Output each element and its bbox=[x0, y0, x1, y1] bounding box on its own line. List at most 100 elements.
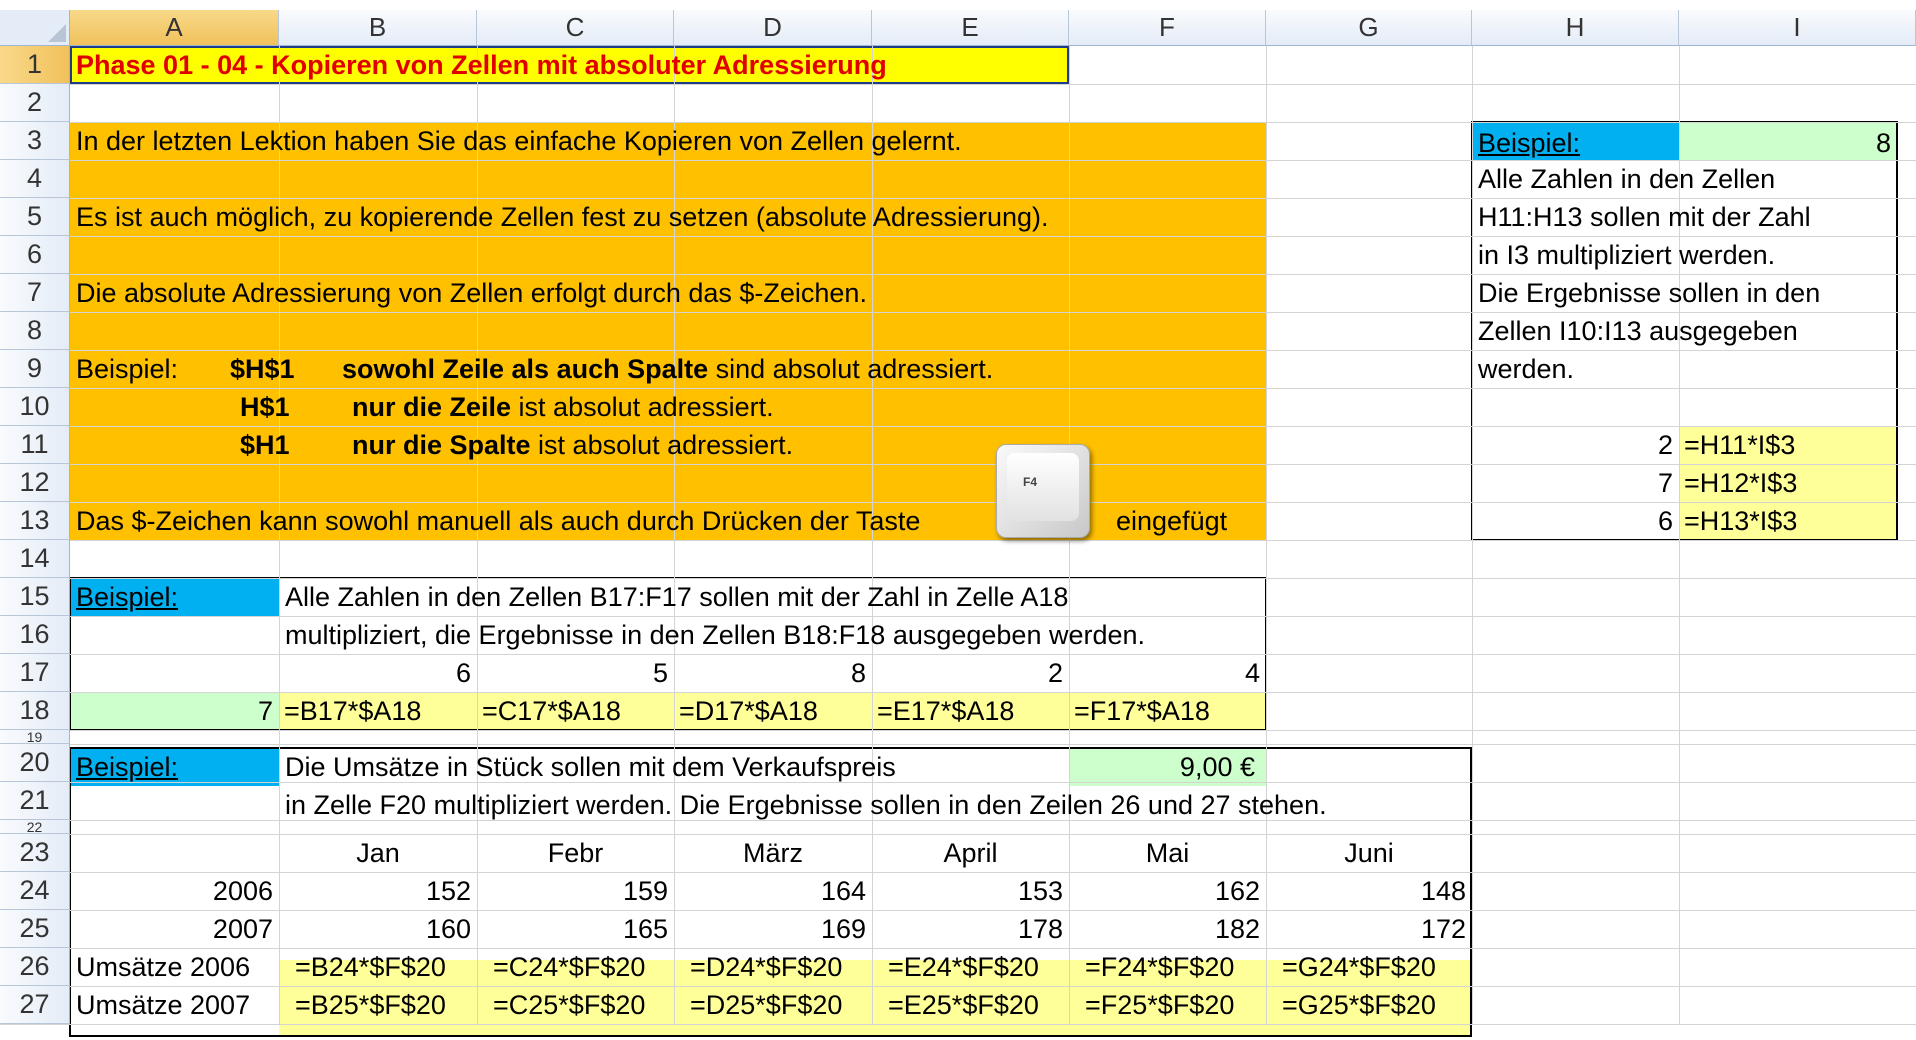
row-header-13[interactable]: 13 bbox=[0, 502, 70, 540]
side-value-cell[interactable]: 8 bbox=[1679, 124, 1891, 162]
ex2-formula-cell[interactable]: =B17*$A18 bbox=[284, 692, 421, 730]
column-header-h[interactable]: H bbox=[1472, 10, 1679, 46]
ex2-number-cell[interactable]: 4 bbox=[1069, 654, 1260, 692]
result-formula-cell[interactable]: =D24*$F$20 bbox=[690, 948, 842, 986]
result-formula-cell[interactable]: =C24*$F$20 bbox=[493, 948, 645, 986]
row-header-5[interactable]: 5 bbox=[0, 198, 70, 236]
row-header-22[interactable]: 22 bbox=[0, 820, 70, 834]
column-header-e[interactable]: E bbox=[872, 10, 1069, 46]
row-header-9[interactable]: 9 bbox=[0, 350, 70, 388]
row-header-14[interactable]: 14 bbox=[0, 540, 70, 578]
side-formula-cell[interactable]: =H12*I$3 bbox=[1684, 464, 1797, 502]
result-formula-cell[interactable]: =D25*$F$20 bbox=[690, 986, 842, 1024]
column-header-f[interactable]: F bbox=[1069, 10, 1266, 46]
side-beispiel-label[interactable]: Beispiel: bbox=[1478, 124, 1580, 162]
select-all-corner[interactable] bbox=[0, 10, 70, 46]
row-header-18[interactable]: 18 bbox=[0, 692, 70, 730]
ex3-text-1[interactable]: Die Umsätze in Stück sollen mit dem Verk… bbox=[285, 748, 896, 786]
result-formula-cell[interactable]: =G24*$F$20 bbox=[1282, 948, 1436, 986]
row-header-19[interactable]: 19 bbox=[0, 730, 70, 744]
result-formula-cell[interactable]: =C25*$F$20 bbox=[493, 986, 645, 1024]
sales-value-cell[interactable]: 153 bbox=[872, 872, 1063, 910]
row-header-26[interactable]: 26 bbox=[0, 948, 70, 986]
side-formula-cell[interactable]: =H13*I$3 bbox=[1684, 502, 1797, 540]
ex2-number-cell[interactable]: 8 bbox=[674, 654, 866, 692]
intro-line-7[interactable]: Die absolute Adressierung von Zellen erf… bbox=[76, 274, 867, 312]
row-header-12[interactable]: 12 bbox=[0, 464, 70, 502]
result-formula-cell[interactable]: =F24*$F$20 bbox=[1085, 948, 1234, 986]
row-header-4[interactable]: 4 bbox=[0, 160, 70, 198]
ex3-beispiel-label[interactable]: Beispiel: bbox=[76, 748, 178, 786]
row-header-1[interactable]: 1 bbox=[0, 46, 70, 84]
sales-value-cell[interactable]: 152 bbox=[279, 872, 471, 910]
result-formula-cell[interactable]: =B25*$F$20 bbox=[295, 986, 446, 1024]
spreadsheet[interactable]: ABCDEFGHI 1 2 3 4 5 6 7 8 9 10 11 12 13 14 15 16 17 18 19 2… bbox=[0, 0, 1916, 1040]
sheet-title[interactable]: Phase 01 - 04 - Kopieren von Zellen mit … bbox=[76, 46, 887, 84]
side-formula-cell[interactable]: =H11*I$3 bbox=[1684, 426, 1795, 464]
side-number-cell[interactable]: 7 bbox=[1472, 464, 1673, 502]
ex2-formula-cell[interactable]: =E17*$A18 bbox=[877, 692, 1014, 730]
row-header-21[interactable]: 21 bbox=[0, 782, 70, 820]
column-header-d[interactable]: D bbox=[674, 10, 872, 46]
intro-line-3[interactable]: In der letzten Lektion haben Sie das ein… bbox=[76, 122, 962, 160]
ex3-text-2[interactable]: in Zelle F20 multipliziert werden. Die E… bbox=[285, 786, 1327, 824]
ex3-ref: $H1 bbox=[240, 430, 290, 460]
row-header-24[interactable]: 24 bbox=[0, 872, 70, 910]
row-header-15[interactable]: 15 bbox=[0, 578, 70, 616]
result-formula-cell[interactable]: =E25*$F$20 bbox=[888, 986, 1039, 1024]
ex2-text-1[interactable]: Alle Zahlen in den Zellen B17:F17 sollen… bbox=[285, 578, 1068, 616]
row-header-16[interactable]: 16 bbox=[0, 616, 70, 654]
row-header-20[interactable]: 20 bbox=[0, 744, 70, 782]
row-header-23[interactable]: 23 bbox=[0, 834, 70, 872]
ex2-number-cell[interactable]: 5 bbox=[477, 654, 668, 692]
ex2-formula-cell[interactable]: =D17*$A18 bbox=[679, 692, 818, 730]
result-formula-cell[interactable]: =B24*$F$20 bbox=[295, 948, 446, 986]
year-label[interactable]: 2006 bbox=[70, 872, 273, 910]
ex2-multiplier-cell[interactable]: 7 bbox=[70, 692, 273, 730]
sales-value-cell[interactable]: 162 bbox=[1069, 872, 1260, 910]
ex2-formula-cell[interactable]: =F17*$A18 bbox=[1074, 692, 1210, 730]
intro-line-5[interactable]: Es ist auch möglich, zu kopierende Zelle… bbox=[76, 198, 1049, 236]
ex2-beispiel-label[interactable]: Beispiel: bbox=[76, 578, 178, 616]
row-header-7[interactable]: 7 bbox=[0, 274, 70, 312]
row-header-25[interactable]: 25 bbox=[0, 910, 70, 948]
sales-value-cell[interactable]: 148 bbox=[1266, 872, 1466, 910]
ex2-text-2[interactable]: multipliziert, die Ergebnisse in den Zel… bbox=[285, 616, 1145, 654]
result-formula-cell[interactable]: =E24*$F$20 bbox=[888, 948, 1039, 986]
sales-value-cell[interactable]: 169 bbox=[674, 910, 866, 948]
column-header-i[interactable]: I bbox=[1679, 10, 1916, 46]
sales-value-cell[interactable]: 164 bbox=[674, 872, 866, 910]
column-header-b[interactable]: B bbox=[279, 10, 477, 46]
ex3-price-cell[interactable]: 9,00 € bbox=[1069, 748, 1255, 786]
result-formula-cell[interactable]: =F25*$F$20 bbox=[1085, 986, 1234, 1024]
column-header-a[interactable]: A bbox=[70, 10, 279, 46]
sales-value-cell[interactable]: 165 bbox=[477, 910, 668, 948]
result-formula-cell[interactable]: =G25*$F$20 bbox=[1282, 986, 1436, 1024]
intro-beispiel-label[interactable]: Beispiel: bbox=[76, 350, 178, 388]
sales-value-cell[interactable]: 172 bbox=[1266, 910, 1466, 948]
column-header-c[interactable]: C bbox=[477, 10, 674, 46]
side-number-cell[interactable]: 6 bbox=[1472, 502, 1673, 540]
ex2-number-cell[interactable]: 2 bbox=[872, 654, 1063, 692]
row-header-2[interactable]: 2 bbox=[0, 84, 70, 122]
column-header-g[interactable]: G bbox=[1266, 10, 1472, 46]
row-header-17[interactable]: 17 bbox=[0, 654, 70, 692]
row-header-8[interactable]: 8 bbox=[0, 312, 70, 350]
side-number-cell[interactable]: 2 bbox=[1472, 426, 1673, 464]
sales-value-cell[interactable]: 182 bbox=[1069, 910, 1260, 948]
f4-key-icon[interactable]: F4 bbox=[996, 444, 1090, 538]
ex2-number-cell[interactable]: 6 bbox=[279, 654, 471, 692]
sales-value-cell[interactable]: 159 bbox=[477, 872, 668, 910]
sales-value-cell[interactable]: 160 bbox=[279, 910, 471, 948]
row-header-27[interactable]: 27 bbox=[0, 986, 70, 1024]
row-header-10[interactable]: 10 bbox=[0, 388, 70, 426]
year-label[interactable]: 2007 bbox=[70, 910, 273, 948]
result-row-label[interactable]: Umsätze 2007 bbox=[76, 986, 250, 1024]
row-header-3[interactable]: 3 bbox=[0, 122, 70, 160]
row-header-6[interactable]: 6 bbox=[0, 236, 70, 274]
row-header-11[interactable]: 11 bbox=[0, 426, 70, 464]
ex2-formula-cell[interactable]: =C17*$A18 bbox=[482, 692, 621, 730]
sales-value-cell[interactable]: 178 bbox=[872, 910, 1063, 948]
intro-line-13[interactable]: Das $-Zeichen kann sowohl manuell als au… bbox=[76, 502, 920, 540]
result-row-label[interactable]: Umsätze 2006 bbox=[76, 948, 250, 986]
